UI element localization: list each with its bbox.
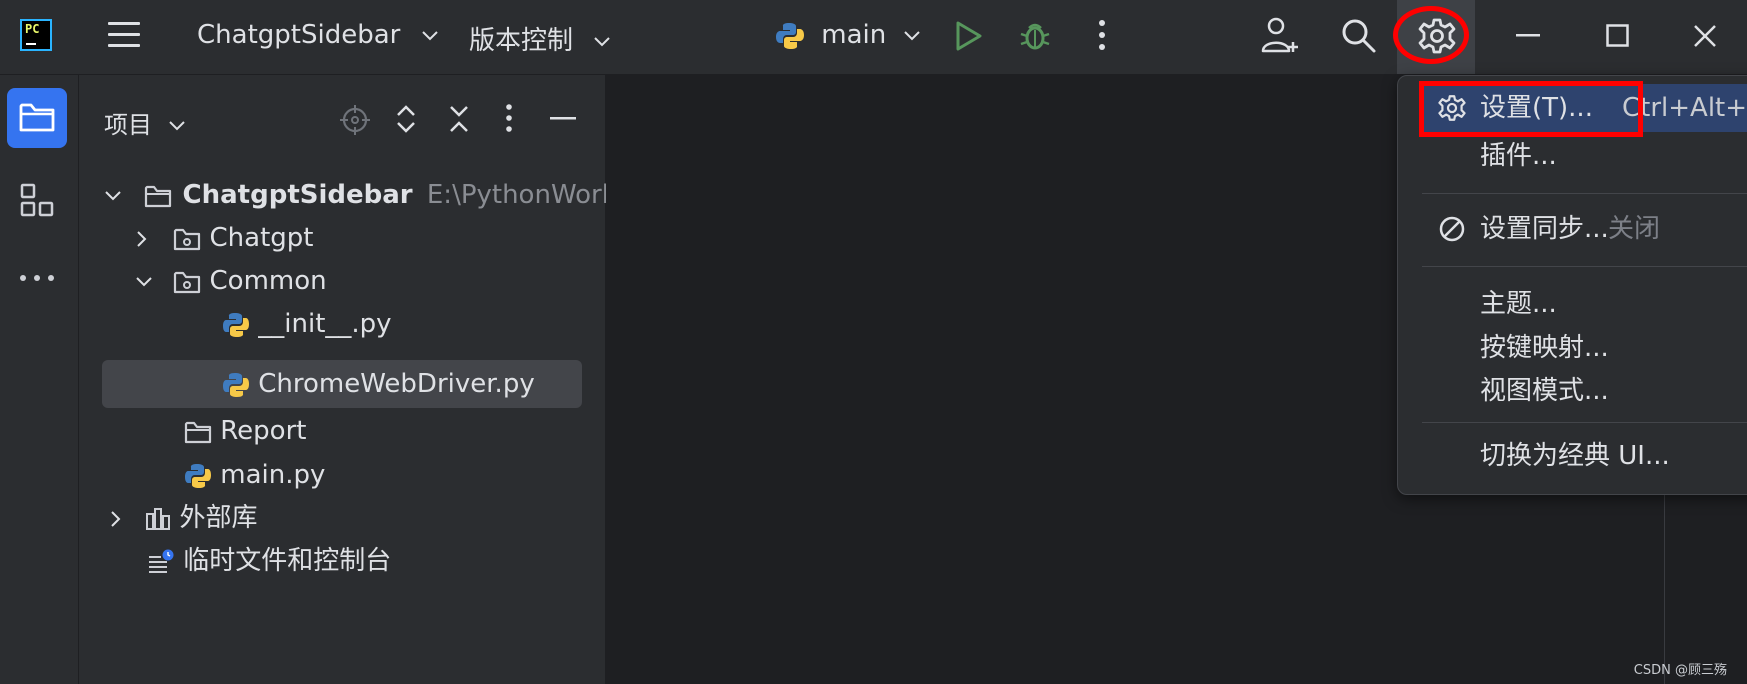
project-panel-title-label: 项目 (104, 111, 152, 139)
project-tool-button[interactable] (7, 88, 67, 148)
tree-item-label: 临时文件和控制台 (183, 546, 392, 576)
close-icon[interactable] (1693, 24, 1717, 48)
python-file-icon (223, 312, 249, 337)
tree-item-label: main.py (220, 460, 326, 490)
menu-item-label: 视图模式... (1480, 376, 1609, 406)
python-icon (776, 22, 804, 49)
run-config-selector[interactable]: main (775, 20, 921, 51)
scratches-icon (149, 549, 174, 573)
folder-icon (184, 421, 212, 443)
more-actions-icon[interactable] (1098, 18, 1106, 52)
panel-options-icon[interactable] (505, 103, 513, 133)
menu-item-theme[interactable]: 主题... (1398, 280, 1747, 328)
run-config-name: main (821, 20, 887, 50)
tree-item-main-py[interactable]: main.py (184, 452, 325, 498)
menu-item-view-mode[interactable]: 视图模式... (1398, 367, 1747, 415)
menu-item-label: 插件... (1480, 141, 1557, 171)
main-menu-icon[interactable] (108, 20, 142, 50)
package-folder-icon (174, 271, 201, 293)
annotation-rectangle (1419, 81, 1643, 137)
tree-item-label: Chatgpt (209, 223, 314, 253)
collapse-all-icon[interactable] (448, 105, 470, 133)
chevron-down-icon (903, 30, 920, 40)
more-tools-icon[interactable] (18, 274, 56, 282)
expand-all-icon[interactable] (395, 105, 417, 133)
menu-item-label: 主题... (1480, 289, 1557, 319)
tree-item-root[interactable]: ChatgptSidebar E:\PythonWorkS (104, 172, 633, 218)
watermark: CSDN @顾三殇 (1633, 663, 1727, 678)
tree-item-label: Report (220, 416, 307, 446)
package-folder-icon (174, 228, 201, 250)
locate-file-icon[interactable] (340, 105, 370, 135)
title-bar: PC ChatgptSidebar 版本控制 main (0, 0, 1747, 75)
chevron-right-icon (111, 510, 121, 527)
menu-item-label: 切换为经典 UI... (1480, 441, 1670, 471)
tree-item-common[interactable]: Common (135, 258, 327, 304)
minimize-icon[interactable] (1516, 34, 1540, 38)
tree-item-init-py[interactable]: __init__.py (222, 301, 392, 347)
vcs-label: 版本控制 (469, 26, 574, 56)
folder-icon (145, 185, 172, 207)
menu-separator (1422, 193, 1747, 194)
python-file-icon (185, 463, 211, 488)
maximize-icon[interactable] (1606, 24, 1630, 48)
no-sync-icon (1439, 216, 1465, 242)
project-name: ChatgptSidebar (197, 20, 401, 50)
vcs-selector[interactable]: 版本控制 (469, 20, 611, 57)
tree-item-report[interactable]: Report (184, 408, 306, 454)
run-icon[interactable] (955, 21, 983, 51)
tool-window-strip (0, 75, 79, 684)
tree-item-scratches[interactable]: 临时文件和控制台 (147, 538, 391, 584)
menu-item-switch-classic-ui[interactable]: 切换为经典 UI... (1398, 432, 1747, 480)
menu-item-label: 按键映射... (1480, 333, 1609, 363)
tree-item-label: __init__.py (258, 309, 392, 339)
menu-item-keymap[interactable]: 按键映射... (1398, 324, 1747, 372)
annotation-circle (1393, 6, 1469, 64)
settings-menu: 设置(T)... Ctrl+Alt+S 插件... 设置同步... 关闭 主题.… (1397, 75, 1747, 495)
project-panel: 项目 ChatgptSidebar E:\PythonWorkS Chatgpt… (79, 75, 633, 684)
chevron-down-icon (421, 30, 438, 40)
chevron-right-icon (137, 230, 147, 247)
chevron-down-icon (136, 276, 152, 286)
debug-icon[interactable] (1019, 20, 1051, 52)
structure-icon[interactable] (20, 183, 54, 217)
chevron-down-icon (105, 190, 121, 200)
python-file-icon (223, 372, 249, 397)
menu-item-status: 关闭 (1608, 214, 1661, 244)
project-panel-title[interactable]: 项目 (104, 105, 186, 140)
menu-separator (1422, 266, 1747, 267)
pycharm-logo[interactable]: PC (20, 19, 52, 51)
menu-item-plugins[interactable]: 插件... (1398, 132, 1747, 180)
tree-item-external-libraries[interactable]: 外部库 (109, 495, 258, 541)
tree-item-label: ChatgptSidebar (182, 180, 413, 210)
library-icon (146, 507, 171, 530)
menu-item-label: 设置同步... (1480, 214, 1609, 244)
tree-item-label: ChromeWebDriver.py (258, 369, 535, 399)
project-selector[interactable]: ChatgptSidebar (197, 20, 439, 50)
tree-item-path-hint: E:\PythonWorkS (426, 180, 634, 210)
tree-item-chatgpt[interactable]: Chatgpt (135, 215, 314, 261)
add-user-icon[interactable] (1260, 15, 1300, 55)
search-icon[interactable] (1340, 17, 1378, 55)
tree-item-label: Common (209, 266, 327, 296)
menu-separator (1422, 422, 1747, 423)
folder-icon (19, 103, 55, 132)
chevron-down-icon (168, 121, 185, 131)
tree-item-chromewebdriver-py[interactable]: ChromeWebDriver.py (222, 361, 535, 407)
hide-panel-icon[interactable] (550, 117, 576, 121)
chevron-down-icon (594, 36, 610, 46)
menu-item-settings-sync[interactable]: 设置同步... 关闭 (1398, 205, 1747, 253)
tree-item-label: 外部库 (179, 503, 258, 533)
